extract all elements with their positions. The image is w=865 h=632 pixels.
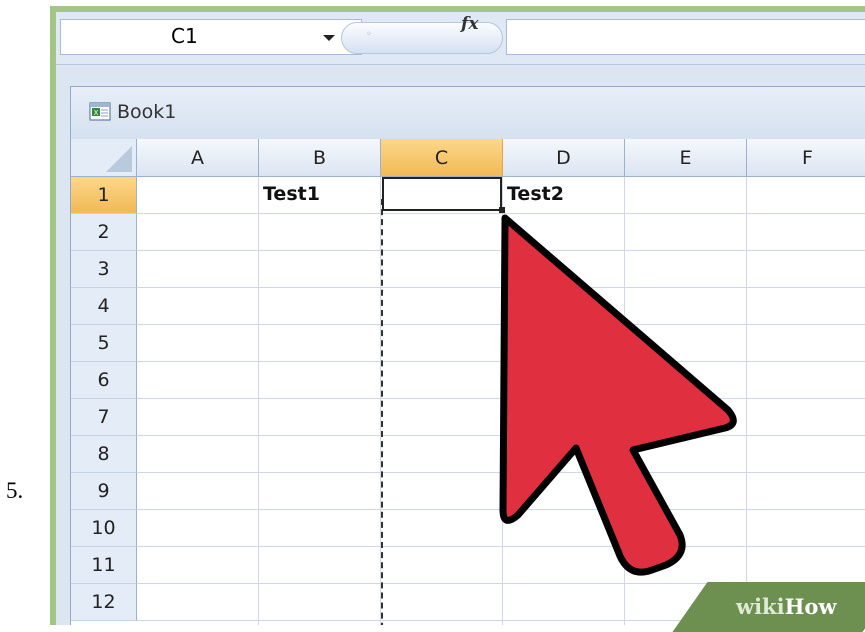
column-header-f[interactable]: F	[747, 139, 865, 177]
gridline	[137, 398, 865, 399]
name-box[interactable]: C1	[60, 19, 362, 55]
gridline	[502, 177, 503, 625]
gridline	[137, 213, 865, 214]
gridline	[137, 509, 865, 510]
column-header-d[interactable]: D	[503, 139, 625, 177]
svg-text:X: X	[94, 109, 99, 117]
row-header-6[interactable]: 6	[71, 362, 137, 399]
gridline	[137, 361, 865, 362]
formula-input[interactable]	[506, 19, 865, 55]
formula-pill: ◦	[341, 22, 503, 54]
formula-bar: C1 ◦ fx	[56, 12, 865, 65]
row-header-11[interactable]: 11	[71, 547, 137, 584]
select-all-triangle	[106, 146, 132, 172]
excel-workbook-icon: X	[89, 102, 111, 121]
row-header-7[interactable]: 7	[71, 399, 137, 436]
gridline	[746, 177, 747, 625]
gridline	[137, 472, 865, 473]
workbook-title-bar: X Book1	[71, 87, 865, 139]
step-number: 5.	[6, 478, 24, 503]
row-header-5[interactable]: 5	[71, 325, 137, 362]
insert-function-button[interactable]: fx	[461, 14, 478, 34]
column-header-c[interactable]: C	[381, 139, 503, 177]
row-header-4[interactable]: 4	[71, 288, 137, 325]
name-box-value: C1	[171, 24, 198, 48]
row-header-8[interactable]: 8	[71, 436, 137, 473]
excel-window: C1 ◦ fx X Book1 A B C D E F 1 2 3 4 5 6 …	[56, 12, 865, 625]
workbook-window: X Book1 A B C D E F 1 2 3 4 5 6 7 8 9 10 11 12 Test1 Test2	[70, 86, 865, 625]
column-header-a[interactable]: A	[137, 139, 259, 177]
gridline	[137, 324, 865, 325]
row-header-2[interactable]: 2	[71, 214, 137, 251]
cell-b1[interactable]: Test1	[263, 183, 320, 205]
gridline	[624, 177, 625, 625]
row-header-10[interactable]: 10	[71, 510, 137, 547]
workbook-title: Book1	[117, 101, 177, 123]
screenshot-frame: C1 ◦ fx X Book1 A B C D E F 1 2 3 4 5 6 …	[50, 6, 865, 625]
gridline	[258, 177, 259, 625]
row-header-3[interactable]: 3	[71, 251, 137, 288]
wikihow-watermark: wikiHow	[736, 594, 837, 619]
fill-handle[interactable]	[499, 207, 505, 213]
watermark-how: How	[784, 594, 837, 619]
gridline	[137, 250, 865, 251]
column-divider-dashed	[381, 199, 383, 625]
row-header-12[interactable]: 12	[71, 584, 137, 621]
row-header-1[interactable]: 1	[71, 177, 137, 214]
gridline	[137, 546, 865, 547]
row-header-9[interactable]: 9	[71, 473, 137, 510]
cell-d1[interactable]: Test2	[507, 183, 564, 205]
select-all-button[interactable]	[71, 139, 137, 177]
column-header-b[interactable]: B	[259, 139, 381, 177]
dot-icon: ◦	[366, 29, 372, 40]
watermark-wiki: wiki	[736, 594, 785, 619]
active-cell-c1[interactable]	[382, 177, 502, 211]
gridline	[137, 287, 865, 288]
gridline	[137, 435, 865, 436]
column-header-e[interactable]: E	[625, 139, 747, 177]
chevron-down-icon[interactable]	[323, 35, 335, 41]
